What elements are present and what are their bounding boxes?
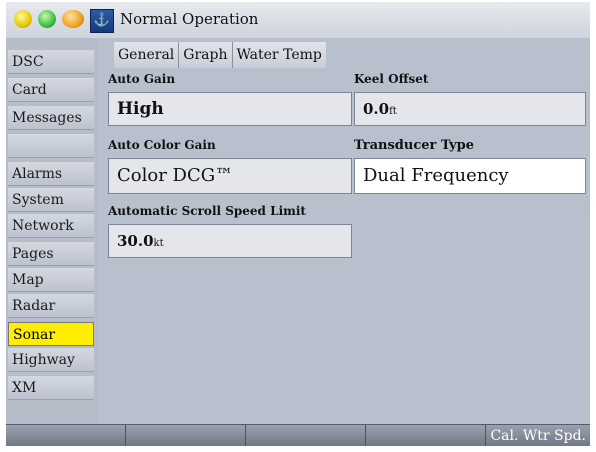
green-indicator-icon <box>38 10 56 28</box>
sidebar-item-sonar[interactable]: Sonar <box>8 322 94 346</box>
sidebar: DSC Card Messages Alarms System Network … <box>6 38 98 424</box>
sidebar-item-system[interactable]: System <box>8 188 94 212</box>
orange-indicator-icon <box>62 10 84 28</box>
boat-mode-icon: ⚓ <box>90 9 114 33</box>
auto-gain-label: Auto Gain <box>108 72 176 86</box>
tab-bar: General Graph Water Temp <box>114 42 326 68</box>
sidebar-item-map[interactable]: Map <box>8 268 94 292</box>
tab-graph[interactable]: Graph <box>179 42 233 68</box>
sidebar-item-pages[interactable]: Pages <box>8 242 94 266</box>
sidebar-item-highway[interactable]: Highway <box>8 348 94 372</box>
device-screen: ⚓ Normal Operation DSC Card Messages Ala… <box>6 2 590 446</box>
soft-key-3[interactable] <box>246 425 366 446</box>
soft-key-bar: Cal. Wtr Spd. <box>6 424 590 446</box>
settings-panel: General Graph Water Temp Auto Gain High … <box>98 38 590 424</box>
soft-key-4[interactable] <box>366 425 486 446</box>
scroll-speed-unit: kt <box>153 238 164 249</box>
soft-key-2[interactable] <box>126 425 246 446</box>
scroll-speed-limit-label: Automatic Scroll Speed Limit <box>108 204 306 218</box>
sidebar-item-radar[interactable]: Radar <box>8 294 94 318</box>
title-bar: ⚓ Normal Operation <box>6 2 590 39</box>
keel-offset-value: 0.0 <box>363 100 390 118</box>
cal-water-speed-button[interactable]: Cal. Wtr Spd. <box>490 428 586 444</box>
transducer-type-label: Transducer Type <box>354 138 475 153</box>
sidebar-item-network[interactable]: Network <box>8 214 94 238</box>
transducer-type-field[interactable]: Dual Frequency <box>354 158 586 194</box>
scroll-speed-value: 30.0 <box>117 232 154 250</box>
keel-offset-label: Keel Offset <box>354 72 429 86</box>
sidebar-item-disabled <box>8 134 94 158</box>
scroll-speed-limit-field[interactable]: 30.0kt <box>108 224 352 258</box>
soft-key-1[interactable] <box>6 425 126 446</box>
sidebar-item-card[interactable]: Card <box>8 78 94 102</box>
sidebar-item-dsc[interactable]: DSC <box>8 50 94 74</box>
sidebar-item-alarms[interactable]: Alarms <box>8 162 94 186</box>
auto-gain-field[interactable]: High <box>108 92 352 126</box>
tab-water-temp[interactable]: Water Temp <box>232 42 326 68</box>
sidebar-item-messages[interactable]: Messages <box>8 106 94 130</box>
auto-color-gain-field[interactable]: Color DCG™ <box>108 158 352 194</box>
keel-offset-unit: ft <box>389 106 397 117</box>
auto-color-gain-label: Auto Color Gain <box>108 138 216 152</box>
tab-general[interactable]: General <box>114 42 180 68</box>
keel-offset-field[interactable]: 0.0ft <box>354 92 586 126</box>
window-title: Normal Operation <box>120 10 259 28</box>
sidebar-item-xm[interactable]: XM <box>8 376 94 400</box>
yellow-indicator-icon <box>14 10 32 28</box>
